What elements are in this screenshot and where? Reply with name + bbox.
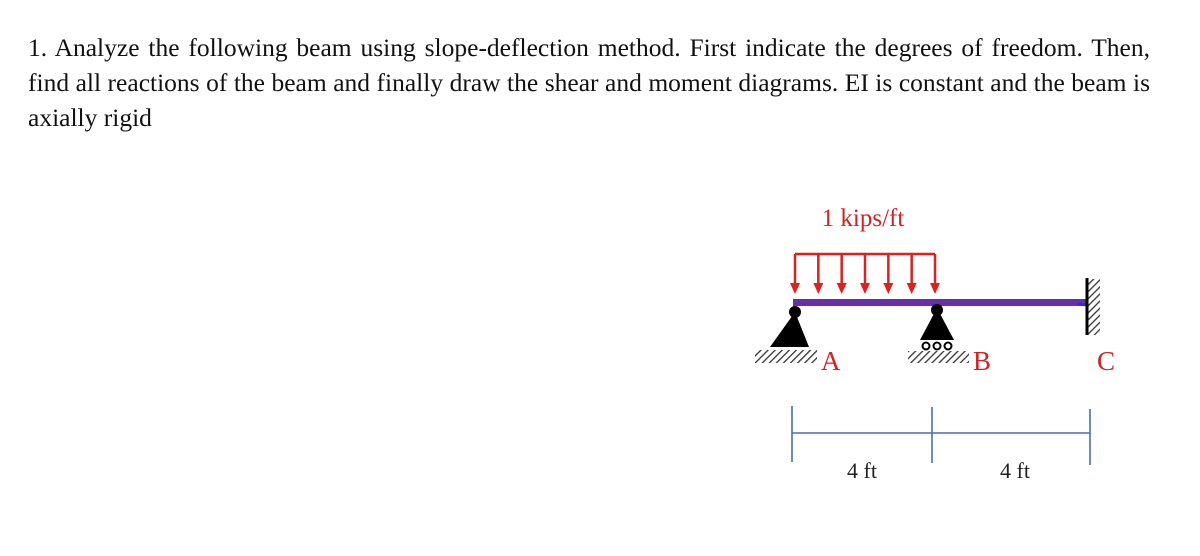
support-label-c: C	[1097, 346, 1115, 376]
dimension-label-ab: 4 ft	[847, 458, 877, 483]
dimension-label-bc: 4 ft	[1000, 458, 1030, 483]
load-arrowhead	[930, 283, 940, 294]
load-arrowhead	[906, 283, 917, 294]
distributed-load: 1 kips/ft	[790, 205, 940, 294]
rollers-b	[921, 341, 953, 351]
dimension-lines	[791, 406, 1091, 465]
load-arrows	[790, 254, 940, 294]
wall-hatch-c	[1088, 279, 1100, 335]
support-c-fixed: C	[1085, 278, 1115, 376]
ground-hatch-b	[908, 351, 969, 363]
roller-triangle-b	[920, 308, 954, 340]
load-arrowhead	[836, 283, 847, 294]
support-label-a: A	[821, 346, 841, 376]
load-arrowhead	[790, 283, 800, 294]
load-arrowhead	[883, 283, 894, 294]
support-b-roller: B	[908, 304, 991, 376]
load-arrowhead	[813, 283, 824, 294]
support-a-pin: A	[755, 306, 841, 376]
support-label-b: B	[973, 346, 991, 376]
load-label: 1 kips/ft	[822, 205, 905, 232]
load-arrowhead	[860, 283, 870, 294]
ground-hatch-a	[755, 350, 817, 363]
pin-triangle-a	[770, 312, 809, 347]
beam-figure: 1 kips/ft A B C 4 ft 4 ft	[755, 205, 1115, 483]
